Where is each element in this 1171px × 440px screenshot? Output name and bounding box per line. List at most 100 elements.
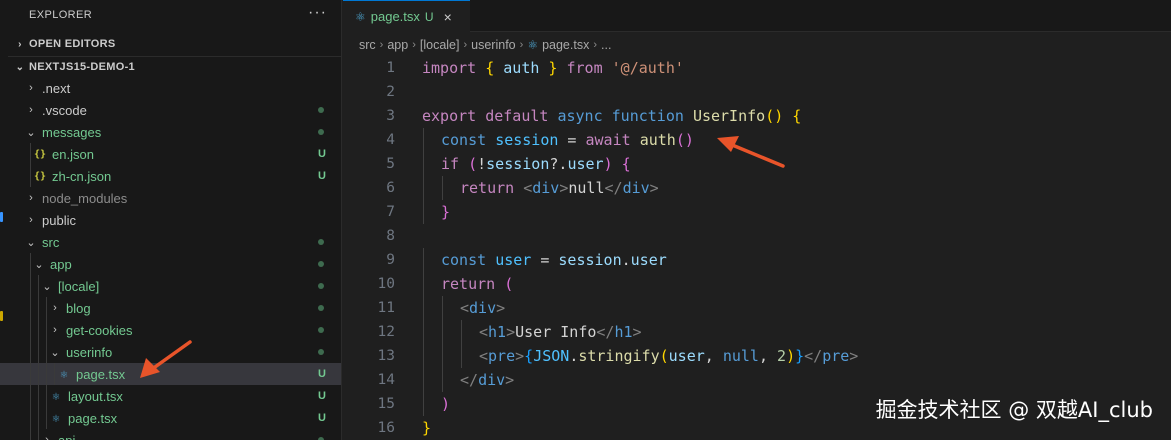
code-token: h1 [488, 323, 507, 341]
chevron-down-icon: ⌄ [50, 346, 60, 359]
code-token: > [505, 371, 515, 389]
indent-guide [423, 368, 424, 392]
code-token: user [668, 347, 705, 365]
code-token: { [621, 155, 631, 173]
react-icon: ⚛ [355, 9, 366, 24]
tree-item-label: blog [66, 300, 91, 316]
code-token: export [422, 107, 486, 125]
code-token: } [441, 203, 451, 221]
code-token: </ [460, 371, 479, 389]
code-token: ! [477, 155, 487, 173]
code-line[interactable]: 7} [343, 200, 1171, 224]
breadcrumb-item[interactable]: app [387, 38, 408, 52]
code-token: '@/auth' [611, 59, 684, 77]
code-token: ( [468, 155, 478, 173]
tree-item-page-tsx[interactable]: ⚛ page.tsx U [0, 363, 341, 385]
code-token: function [611, 107, 693, 125]
code-token: return [441, 275, 505, 293]
breadcrumb-item[interactable]: [locale] [420, 38, 460, 52]
more-actions-icon[interactable]: ··· [308, 4, 327, 22]
code-line[interactable]: 8 [343, 224, 1171, 248]
code-token: pre [822, 347, 850, 365]
line-number: 9 [386, 252, 395, 268]
code-token: ) [786, 347, 796, 365]
project-section[interactable]: ⌄ NEXTJS15-DEMO-1 [0, 56, 341, 78]
code-token: auth [503, 59, 540, 77]
chevron-right-icon: › [29, 214, 33, 226]
tree-item-get-cookies[interactable]: › get-cookies [0, 319, 341, 341]
code-line[interactable]: 14 </div> [343, 368, 1171, 392]
code-token: ( [659, 347, 669, 365]
modified-dot [318, 327, 324, 333]
code-token: = [558, 131, 586, 149]
tree-item-messages[interactable]: ⌄ messages [0, 121, 341, 143]
close-icon[interactable]: × [444, 9, 452, 25]
line-number: 8 [386, 228, 395, 244]
code-token: div [478, 371, 506, 389]
tree-item-src[interactable]: ⌄ src [0, 231, 341, 253]
code-line[interactable]: 11 <div> [343, 296, 1171, 320]
code-line[interactable]: 12 <h1>User Info</h1> [343, 320, 1171, 344]
code-token: () [675, 131, 694, 149]
tree-item-next[interactable]: › .next [0, 77, 341, 99]
line-number: 3 [386, 108, 395, 124]
indent-guide [46, 385, 47, 407]
breadcrumb-item[interactable]: userinfo [471, 38, 515, 52]
tree-item-page-tsx[interactable]: ⚛ page.tsx U [0, 407, 341, 429]
tree-item-userinfo[interactable]: ⌄ userinfo [0, 341, 341, 363]
code-editor[interactable]: 1 import { auth } from '@/auth' 2 3 export d… [343, 56, 1171, 440]
tree-item-layout-tsx[interactable]: ⚛ layout.tsx U [0, 385, 341, 407]
code-line[interactable]: 2 [343, 80, 1171, 104]
code-text: if (!session?.user) { [441, 155, 631, 173]
tree-item-label: app [50, 256, 72, 272]
code-line[interactable]: 1 import { auth } from '@/auth' [343, 56, 1171, 80]
code-line[interactable]: 10 return ( [343, 272, 1171, 296]
modified-dot [318, 261, 324, 267]
code-token: session [495, 131, 559, 149]
tree-item-api[interactable]: › api [0, 429, 341, 440]
react-icon: ⚛ [52, 411, 60, 425]
open-editors-section[interactable]: › OPEN EDITORS [0, 33, 341, 55]
tree-item-locale[interactable]: ⌄ [locale] [0, 275, 341, 297]
indent-guide [38, 341, 39, 363]
tree-item-zh-cn-json[interactable]: {} zh-cn.json U [0, 165, 341, 187]
indent-guide [38, 363, 39, 385]
code-line[interactable]: 4 const session = await auth() [343, 128, 1171, 152]
untracked-badge: U [318, 148, 326, 160]
code-token: , [758, 347, 778, 365]
tree-item-label: api [58, 432, 76, 440]
breadcrumb-item[interactable]: src [359, 38, 376, 52]
breadcrumb-item[interactable]: page.tsx [542, 38, 589, 52]
code-line[interactable]: 5 if (!session?.user) { [343, 152, 1171, 176]
code-line[interactable]: 3 export default async function UserInfo(… [343, 104, 1171, 128]
code-line[interactable]: 9 const user = session.user [343, 248, 1171, 272]
chevron-right-icon: › [29, 104, 33, 116]
line-number: 1 [386, 60, 395, 76]
tree-item-blog[interactable]: › blog [0, 297, 341, 319]
modified-dot [318, 107, 324, 113]
line-number: 6 [386, 180, 395, 196]
code-token: default [485, 107, 558, 125]
line-number: 13 [377, 348, 395, 364]
code-line[interactable]: 13 <pre>{JSON.stringify(user, null, 2)}</… [343, 344, 1171, 368]
tree-item-vscode[interactable]: › .vscode [0, 99, 341, 121]
tree-item-en-json[interactable]: {} en.json U [0, 143, 341, 165]
code-token: { [524, 347, 534, 365]
modified-dot [318, 239, 324, 245]
tree-item-node-modules[interactable]: › node_modules [0, 187, 341, 209]
indent-guide [46, 341, 47, 363]
chevron-down-icon: ⌄ [26, 126, 36, 139]
tree-item-public[interactable]: › public [0, 209, 341, 231]
tree-item-label: src [42, 234, 60, 250]
chevron-right-icon: › [53, 302, 57, 314]
project-label: NEXTJS15-DEMO-1 [29, 61, 135, 73]
watermark: 掘金技术社区 @ 双越AI_club [875, 398, 1153, 422]
tree-item-app[interactable]: ⌄ app [0, 253, 341, 275]
line-number: 16 [377, 420, 395, 436]
breadcrumb-item[interactable]: ... [601, 38, 611, 52]
tab-page-tsx[interactable]: ⚛ page.tsx U × [343, 0, 470, 32]
code-line[interactable]: 6 return <div>null</div> [343, 176, 1171, 200]
code-text: const session = await auth() [441, 131, 694, 149]
indent-guide [38, 297, 39, 319]
